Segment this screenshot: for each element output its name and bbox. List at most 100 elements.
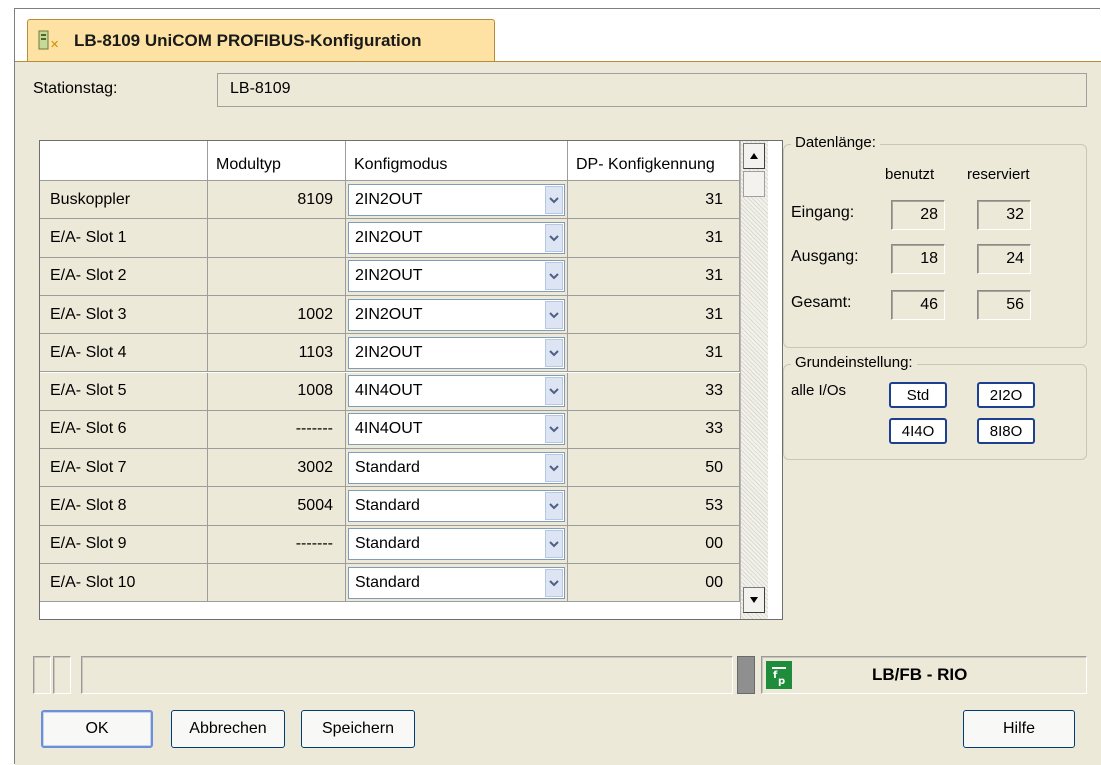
ausgang-used: 18	[891, 244, 945, 274]
dropdown-button[interactable]	[545, 300, 563, 329]
dropdown-button[interactable]	[545, 492, 563, 521]
konfigmodus-cell[interactable]: 2IN2OUT	[346, 295, 568, 335]
chevron-down-icon	[549, 503, 559, 510]
grundeinstellung-title: Grundeinstellung:	[791, 354, 917, 371]
konfigmodus-cell[interactable]: Standard	[346, 487, 568, 526]
dp-konfigkennung-cell: 31	[568, 334, 740, 373]
konfigmodus-dropdown[interactable]: 2IN2OUT	[348, 221, 565, 254]
konfigmodus-value: 2IN2OUT	[355, 343, 423, 361]
row-label: E/A- Slot 8	[40, 487, 208, 526]
chevron-down-icon	[549, 350, 559, 357]
chevron-down-icon	[549, 388, 559, 395]
chevron-down-icon	[549, 311, 559, 318]
konfigmodus-cell[interactable]: 4IN4OUT	[346, 372, 568, 411]
chevron-down-icon	[549, 541, 559, 548]
modultyp-cell: 5004	[208, 487, 346, 526]
dropdown-button[interactable]	[545, 568, 563, 597]
konfigmodus-dropdown[interactable]: Standard	[348, 451, 565, 484]
dropdown-button[interactable]	[545, 453, 563, 482]
app-icon: ✕	[38, 30, 62, 52]
brand-text: LB/FB - RIO	[872, 665, 968, 684]
dropdown-button[interactable]	[545, 223, 563, 252]
modultyp-cell: 1103	[208, 334, 346, 373]
konfigmodus-cell[interactable]: 2IN2OUT	[346, 181, 568, 220]
gesamt-reserved: 56	[977, 290, 1031, 320]
konfigmodus-cell[interactable]: Standard	[346, 564, 568, 603]
dp-konfigkennung-cell: 53	[568, 487, 740, 526]
row-label: E/A- Slot 3	[40, 295, 208, 335]
status-panel-main	[81, 656, 733, 694]
konfigmodus-value: 4IN4OUT	[355, 420, 423, 438]
dp-konfigkennung-cell: 50	[568, 449, 740, 488]
konfigmodus-cell[interactable]: 2IN2OUT	[346, 257, 568, 296]
eingang-reserved: 32	[977, 200, 1031, 230]
config-window: ✕ LB-8109 UniCOM PROFIBUS-Konfiguration …	[14, 8, 1101, 765]
grid-scrollbar[interactable]	[740, 141, 768, 619]
konfigmodus-cell[interactable]: 4IN4OUT	[346, 410, 568, 450]
chevron-down-icon	[549, 579, 559, 587]
chevron-down-icon	[549, 235, 559, 242]
header-modultyp: Modultyp	[208, 141, 346, 181]
tab-title: LB-8109 UniCOM PROFIBUS-Konfiguration	[74, 30, 422, 50]
modultyp-cell	[208, 564, 346, 603]
dp-konfigkennung-cell: 00	[568, 525, 740, 564]
chevron-down-icon	[549, 465, 559, 472]
ok-button[interactable]: OK	[41, 710, 153, 748]
row-label: Buskoppler	[40, 181, 208, 220]
konfigmodus-dropdown[interactable]: 4IN4OUT	[348, 375, 565, 408]
scroll-thumb[interactable]	[743, 171, 765, 197]
dropdown-button[interactable]	[545, 185, 563, 214]
row-label: E/A- Slot 4	[40, 334, 208, 373]
row-label: E/A- Slot 5	[40, 372, 208, 411]
konfigmodus-value: 2IN2OUT	[355, 190, 423, 208]
alle-ios-label: alle I/Os	[791, 382, 847, 399]
konfigmodus-cell[interactable]: Standard	[346, 449, 568, 488]
svg-text:p: p	[778, 676, 785, 686]
dropdown-button[interactable]	[545, 338, 563, 367]
konfigmodus-dropdown[interactable]: 2IN2OUT	[348, 298, 565, 331]
help-button[interactable]: Hilfe	[963, 710, 1075, 748]
cancel-button[interactable]: Abbrechen	[171, 710, 285, 748]
dp-konfigkennung-cell: 31	[568, 257, 740, 296]
konfigmodus-dropdown[interactable]: Standard	[348, 490, 565, 523]
konfigmodus-dropdown[interactable]: 4IN4OUT	[348, 413, 565, 446]
arrow-down-icon	[750, 597, 758, 603]
eingang-label: Eingang:	[791, 204, 855, 221]
konfigmodus-cell[interactable]: Standard	[346, 525, 568, 564]
konfigmodus-dropdown[interactable]: 2IN2OUT	[348, 183, 565, 216]
header-corner	[40, 141, 208, 181]
preset-8i8o-button[interactable]: 8I8O	[977, 418, 1035, 444]
dropdown-button[interactable]	[545, 262, 563, 291]
konfigmodus-dropdown[interactable]: 2IN2OUT	[348, 336, 565, 369]
dropdown-button[interactable]	[545, 377, 563, 406]
row-label: E/A- Slot 9	[40, 525, 208, 564]
row-label: E/A- Slot 7	[40, 449, 208, 488]
preset-4i4o-button[interactable]: 4I4O	[889, 418, 947, 444]
dp-konfigkennung-cell: 33	[568, 372, 740, 411]
scroll-up-button[interactable]	[743, 143, 765, 169]
row-label: E/A- Slot 2	[40, 257, 208, 296]
konfigmodus-value: 2IN2OUT	[355, 228, 423, 246]
module-grid: Modultyp Konfigmodus DP- Konfigkennung Busk…	[39, 140, 783, 620]
col-reserved-label: reserviert	[967, 166, 1030, 183]
konfigmodus-cell[interactable]: 2IN2OUT	[346, 219, 568, 258]
konfigmodus-dropdown[interactable]: Standard	[348, 566, 565, 599]
dialog-content: Stationstag: LB-8109 Modultyp Konfigmodus…	[15, 61, 1101, 765]
dropdown-button[interactable]	[545, 415, 563, 444]
datenlaenge-title: Datenlänge:	[791, 134, 880, 151]
save-button[interactable]: Speichern	[301, 710, 415, 748]
brand-panel: f p LB/FB - RIO	[761, 656, 1087, 694]
modultyp-cell: -------	[208, 525, 346, 564]
scroll-down-button[interactable]	[743, 587, 765, 613]
konfigmodus-cell[interactable]: 2IN2OUT	[346, 334, 568, 373]
tab-config[interactable]: ✕ LB-8109 UniCOM PROFIBUS-Konfiguration	[27, 19, 495, 61]
station-field[interactable]: LB-8109	[217, 73, 1087, 107]
dropdown-button[interactable]	[545, 530, 563, 559]
status-panel-a	[33, 656, 51, 694]
konfigmodus-dropdown[interactable]: 2IN2OUT	[348, 260, 565, 293]
konfigmodus-value: 2IN2OUT	[355, 305, 423, 323]
preset-2i2o-button[interactable]: 2I2O	[977, 382, 1035, 408]
konfigmodus-dropdown[interactable]: Standard	[348, 528, 565, 561]
preset-std-button[interactable]: Std	[889, 382, 947, 408]
tab-strip: ✕ LB-8109 UniCOM PROFIBUS-Konfiguration	[15, 9, 1101, 61]
